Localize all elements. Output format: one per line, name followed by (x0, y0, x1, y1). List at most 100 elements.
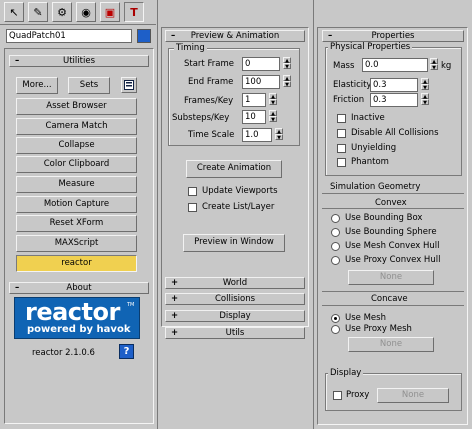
configure-sets-icon[interactable] (121, 77, 137, 93)
utils-rollout-header[interactable]: + Utils (165, 327, 305, 339)
create-list-layer-checkbox[interactable] (188, 203, 197, 212)
logo-subtitle: powered by havok (27, 324, 131, 335)
object-color-swatch[interactable] (137, 29, 151, 43)
update-viewports-option[interactable]: Update Viewports (188, 186, 298, 197)
update-viewports-checkbox[interactable] (188, 187, 197, 196)
use-mesh-radio[interactable] (331, 314, 340, 323)
disable-collisions-checkbox[interactable] (337, 129, 346, 138)
simulation-geometry-title: Simulation Geometry (330, 182, 421, 192)
proxy-label: Proxy (346, 390, 370, 400)
end-frame-field[interactable]: 100 (242, 75, 280, 89)
object-name-field[interactable]: QuadPatch01 (6, 29, 132, 43)
more-button[interactable]: More... (16, 77, 58, 94)
use-proxy-convex-hull-option[interactable]: Use Proxy Convex Hull (331, 255, 461, 266)
end-frame-label: End Frame (188, 77, 234, 87)
substeps-key-spinner[interactable]: ▲ ▼ (269, 110, 277, 124)
inactive-checkbox[interactable] (337, 114, 346, 123)
utility-reset-xform-button[interactable]: Reset XForm (16, 215, 137, 232)
proxy-checkbox[interactable] (333, 391, 342, 400)
use-mesh-option[interactable]: Use Mesh (331, 313, 461, 324)
use-bounding-box-radio[interactable] (331, 214, 340, 223)
world-rollout-header[interactable]: + World (165, 277, 305, 289)
command-panel-tabs: ↖ ✎ ⚙ ◉ ▣ T (2, 0, 152, 24)
display-rollout-header[interactable]: + Display (165, 310, 305, 322)
properties-rollout-header[interactable]: – Properties (322, 30, 464, 42)
motion-icon[interactable]: ◉ (76, 2, 96, 22)
about-rollout-header[interactable]: – About (9, 282, 149, 294)
timing-group-title: Timing (174, 43, 207, 54)
display-group-title: Display (328, 368, 364, 379)
elasticity-label: Elasticity (333, 80, 372, 90)
elasticity-spinner[interactable]: ▲ ▼ (421, 78, 429, 92)
use-mesh-convex-hull-option[interactable]: Use Mesh Convex Hull (331, 241, 461, 252)
utils-rollout-title: Utils (225, 328, 245, 338)
simulation-geometry-divider (322, 193, 464, 194)
collisions-rollout-header[interactable]: + Collisions (165, 293, 305, 305)
phantom-option[interactable]: Phantom (337, 157, 457, 168)
reactor-logo: reactor TM powered by havok (14, 297, 140, 339)
utility-maxscript-button[interactable]: MAXScript (16, 235, 137, 252)
rollout-expand-sign: + (171, 294, 179, 304)
preview-animation-rollout-header[interactable]: – Preview & Animation (165, 30, 305, 42)
use-proxy-convex-hull-radio[interactable] (331, 256, 340, 265)
utilities-rollout-title: Utilities (63, 56, 95, 66)
use-mesh-label: Use Mesh (345, 313, 386, 323)
help-icon[interactable]: ? (119, 344, 134, 359)
mass-spinner[interactable]: ▲ ▼ (430, 58, 438, 72)
create-icon[interactable]: ↖ (4, 2, 24, 22)
frames-key-field[interactable]: 1 (242, 93, 266, 107)
utility-motion-capture-button[interactable]: Motion Capture (16, 196, 137, 213)
sets-button[interactable]: Sets (68, 77, 110, 94)
concave-proxy-none-button[interactable]: None (348, 337, 434, 352)
display-proxy-none-button[interactable]: None (377, 388, 449, 403)
use-proxy-mesh-radio[interactable] (331, 325, 340, 334)
elasticity-field[interactable]: 0.3 (370, 78, 418, 92)
utilities-rollout-header[interactable]: – Utilities (9, 55, 149, 67)
start-frame-spinner[interactable]: ▲ ▼ (283, 57, 291, 71)
rollout-collapse-sign: – (15, 283, 20, 293)
use-bounding-sphere-option[interactable]: Use Bounding Sphere (331, 227, 461, 238)
create-list-layer-option[interactable]: Create List/Layer (188, 202, 298, 213)
rollout-expand-sign: + (171, 278, 179, 288)
start-frame-field[interactable]: 0 (242, 57, 280, 71)
modify-icon[interactable]: ✎ (28, 2, 48, 22)
use-proxy-mesh-option[interactable]: Use Proxy Mesh (331, 324, 461, 335)
convex-proxy-none-button[interactable]: None (348, 270, 434, 285)
substeps-key-label: Substeps/Key (172, 113, 230, 123)
time-scale-spinner[interactable]: ▲ ▼ (275, 128, 283, 142)
friction-field[interactable]: 0.3 (370, 93, 418, 107)
rollout-collapse-sign: – (15, 56, 20, 66)
utility-collapse-button[interactable]: Collapse (16, 137, 137, 154)
mass-label: Mass (333, 61, 355, 71)
use-bounding-sphere-radio[interactable] (331, 228, 340, 237)
utility-reactor-button[interactable]: reactor (16, 255, 137, 272)
substeps-key-field[interactable]: 10 (242, 110, 266, 124)
time-scale-field[interactable]: 1.0 (242, 128, 272, 142)
inactive-option[interactable]: Inactive (337, 113, 457, 124)
phantom-label: Phantom (351, 157, 389, 167)
friction-spinner[interactable]: ▲ ▼ (421, 93, 429, 107)
mass-field[interactable]: 0.0 (362, 58, 428, 72)
utility-asset-browser-button[interactable]: Asset Browser (16, 98, 137, 115)
hierarchy-icon[interactable]: ⚙ (52, 2, 72, 22)
frames-key-spinner[interactable]: ▲ ▼ (269, 93, 277, 107)
create-animation-button[interactable]: Create Animation (186, 160, 282, 178)
preview-in-window-button[interactable]: Preview in Window (183, 234, 285, 252)
phantom-checkbox[interactable] (337, 158, 346, 167)
rollout-collapse-sign: – (328, 31, 333, 41)
display-icon[interactable]: ▣ (100, 2, 120, 22)
unyielding-checkbox[interactable] (337, 144, 346, 153)
utilities-icon[interactable]: T (124, 2, 144, 22)
disable-collisions-label: Disable All Collisions (351, 128, 439, 138)
end-frame-spinner[interactable]: ▲ ▼ (283, 75, 291, 89)
concave-divider (322, 305, 464, 306)
unyielding-option[interactable]: Unyielding (337, 143, 457, 154)
utility-color-clipboard-button[interactable]: Color Clipboard (16, 156, 137, 173)
utility-measure-button[interactable]: Measure (16, 176, 137, 193)
disable-collisions-option[interactable]: Disable All Collisions (337, 128, 457, 139)
column-divider-left (157, 0, 158, 429)
use-bounding-box-option[interactable]: Use Bounding Box (331, 213, 461, 224)
use-mesh-convex-hull-radio[interactable] (331, 242, 340, 251)
utility-camera-match-button[interactable]: Camera Match (16, 118, 137, 135)
proxy-option[interactable]: Proxy (333, 390, 373, 401)
